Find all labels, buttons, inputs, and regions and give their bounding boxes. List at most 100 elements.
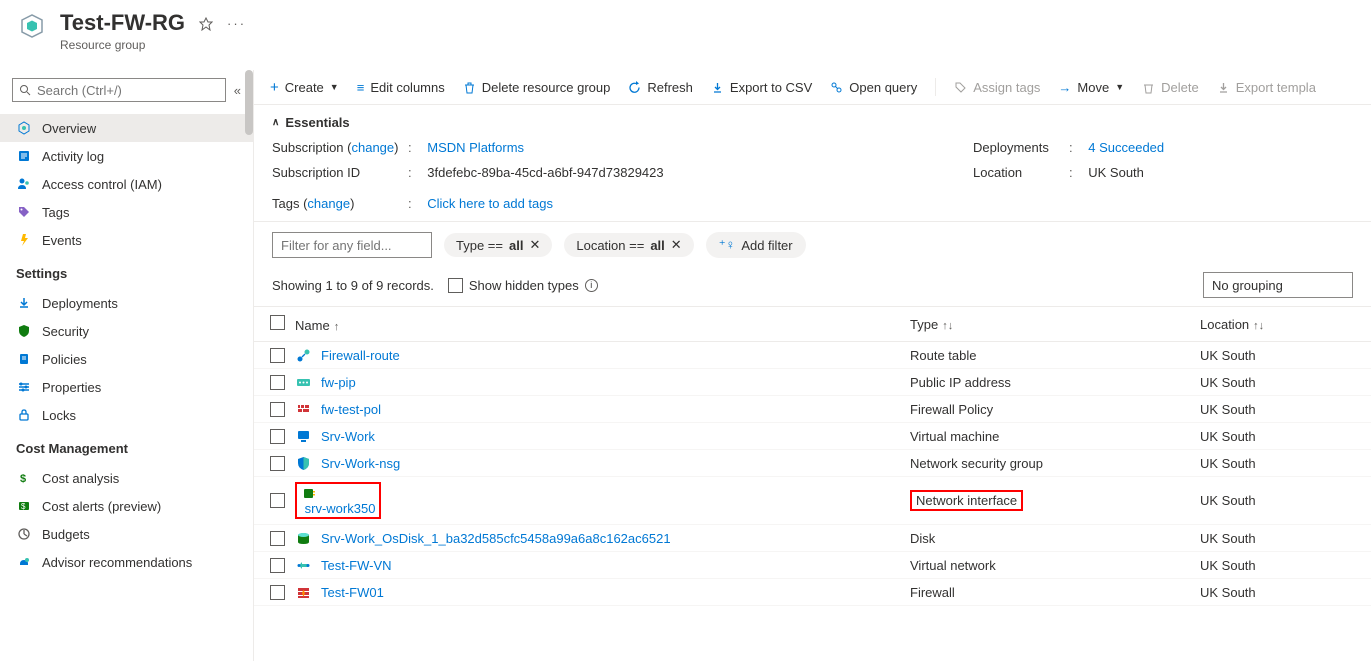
nav-label: Events — [42, 233, 82, 248]
change-subscription-link[interactable]: change — [351, 140, 394, 155]
row-checkbox[interactable] — [270, 402, 285, 417]
table-row: Srv-Work-nsg Network security groupUK Sou… — [254, 450, 1371, 477]
resource-icon — [295, 401, 311, 417]
resource-link[interactable]: Srv-Work-nsg — [321, 456, 400, 471]
nav-security[interactable]: Security — [0, 317, 253, 345]
resource-location: UK South — [1184, 396, 1371, 423]
resource-location: UK South — [1184, 525, 1371, 552]
resource-location: UK South — [1184, 450, 1371, 477]
row-checkbox[interactable] — [270, 348, 285, 363]
nav-properties[interactable]: Properties — [0, 373, 253, 401]
delete-rg-button[interactable]: Delete resource group — [463, 80, 611, 95]
nav-label: Policies — [42, 352, 87, 367]
subscription-link[interactable]: MSDN Platforms — [427, 140, 524, 155]
resource-link[interactable]: Test-FW01 — [321, 585, 384, 600]
nav-label: Deployments — [42, 296, 118, 311]
resource-link[interactable]: Srv-Work_OsDisk_1_ba32d585cfc5458a99a6a8… — [321, 531, 671, 546]
properties-icon — [16, 379, 32, 395]
resource-link[interactable]: Test-FW-VN — [321, 558, 392, 573]
row-checkbox[interactable] — [270, 375, 285, 390]
resource-link[interactable]: Srv-Work — [321, 429, 375, 444]
table-row: Srv-WorkVirtual machineUK South — [254, 423, 1371, 450]
deployments-link[interactable]: 4 Succeeded — [1088, 140, 1164, 155]
nav-deployments[interactable]: Deployments — [0, 289, 253, 317]
nav-label: Security — [42, 324, 89, 339]
resource-location: UK South — [1184, 552, 1371, 579]
location-filter-pill[interactable]: Location == all✕ — [564, 233, 693, 257]
nav-cost-alerts[interactable]: $Cost alerts (preview) — [0, 492, 253, 520]
resource-link[interactable]: Firewall-route — [321, 348, 400, 363]
info-icon[interactable]: i — [585, 279, 598, 292]
columns-icon: ≡ — [357, 80, 365, 95]
resource-group-icon — [16, 10, 48, 42]
type-filter-pill[interactable]: Type == all✕ — [444, 233, 552, 257]
edit-columns-button[interactable]: ≡Edit columns — [357, 80, 445, 95]
resource-link[interactable]: srv-work350 — [305, 501, 376, 516]
search-input-wrapper[interactable] — [12, 78, 226, 102]
search-input[interactable] — [37, 83, 219, 98]
search-icon — [19, 84, 31, 96]
nav-locks[interactable]: Locks — [0, 401, 253, 429]
row-checkbox[interactable] — [270, 531, 285, 546]
add-filter-button[interactable]: ⁺♀Add filter — [706, 232, 806, 258]
export-csv-button[interactable]: Export to CSV — [711, 80, 812, 95]
add-tags-link[interactable]: Click here to add tags — [427, 196, 553, 211]
nav-access-control[interactable]: Access control (IAM) — [0, 170, 253, 198]
row-checkbox[interactable] — [270, 558, 285, 573]
table-row: Firewall-routeRoute tableUK South — [254, 342, 1371, 369]
resource-type: Network security group — [894, 450, 1184, 477]
pin-icon[interactable] — [199, 17, 213, 31]
resource-type: Virtual machine — [894, 423, 1184, 450]
assign-tags-button[interactable]: Assign tags — [954, 80, 1040, 95]
close-icon[interactable]: ✕ — [671, 237, 682, 253]
row-checkbox[interactable] — [270, 429, 285, 444]
resource-icon — [295, 584, 311, 600]
page-title: Test-FW-RG — [60, 10, 185, 36]
delete-button[interactable]: Delete — [1142, 80, 1199, 95]
more-icon[interactable]: ··· — [227, 16, 246, 31]
move-button[interactable]: →Move▼ — [1058, 80, 1124, 95]
nav-overview[interactable]: Overview — [0, 114, 253, 142]
col-name[interactable]: Name↑ — [254, 307, 894, 342]
resource-type: Public IP address — [894, 369, 1184, 396]
resource-type: Firewall — [894, 579, 1184, 606]
grouping-dropdown[interactable]: No grouping — [1203, 272, 1353, 298]
resource-link[interactable]: fw-pip — [321, 375, 356, 390]
row-checkbox[interactable] — [270, 456, 285, 471]
resource-link[interactable]: fw-test-pol — [321, 402, 381, 417]
resource-icon — [295, 530, 311, 546]
nav-events[interactable]: Events — [0, 226, 253, 254]
nav-activity-log[interactable]: Activity log — [0, 142, 253, 170]
nav-cost-analysis[interactable]: $Cost analysis — [0, 464, 253, 492]
col-type[interactable]: Type↑↓ — [894, 307, 1184, 342]
table-row: fw-test-polFirewall PolicyUK South — [254, 396, 1371, 423]
download-icon — [1217, 81, 1230, 94]
record-count: Showing 1 to 9 of 9 records. — [272, 278, 434, 293]
trash-icon — [463, 81, 476, 94]
change-tags-link[interactable]: change — [307, 196, 350, 211]
create-button[interactable]: +Create▼ — [270, 79, 339, 96]
row-checkbox[interactable] — [270, 493, 285, 508]
essentials-toggle[interactable]: ∧Essentials — [272, 115, 1353, 130]
security-icon — [16, 323, 32, 339]
close-icon[interactable]: ✕ — [529, 237, 540, 253]
resource-location: UK South — [1184, 342, 1371, 369]
collapse-sidebar-icon[interactable]: « — [234, 83, 241, 98]
nav-label: Activity log — [42, 149, 104, 164]
deployments-icon — [16, 295, 32, 311]
nav-advisor[interactable]: Advisor recommendations — [0, 548, 253, 576]
resource-type: Network interface — [894, 477, 1184, 525]
col-location[interactable]: Location↑↓ — [1184, 307, 1371, 342]
open-query-button[interactable]: Open query — [830, 80, 917, 95]
nav-tags[interactable]: Tags — [0, 198, 253, 226]
refresh-button[interactable]: Refresh — [628, 80, 693, 95]
show-hidden-checkbox[interactable]: Show hidden typesi — [448, 278, 598, 293]
export-template-button[interactable]: Export templa — [1217, 80, 1316, 95]
nav-budgets[interactable]: Budgets — [0, 520, 253, 548]
refresh-icon — [628, 81, 641, 94]
tag-icon — [954, 81, 967, 94]
nav-policies[interactable]: Policies — [0, 345, 253, 373]
row-checkbox[interactable] — [270, 585, 285, 600]
filter-input[interactable] — [272, 232, 432, 258]
scrollbar[interactable] — [245, 70, 253, 135]
